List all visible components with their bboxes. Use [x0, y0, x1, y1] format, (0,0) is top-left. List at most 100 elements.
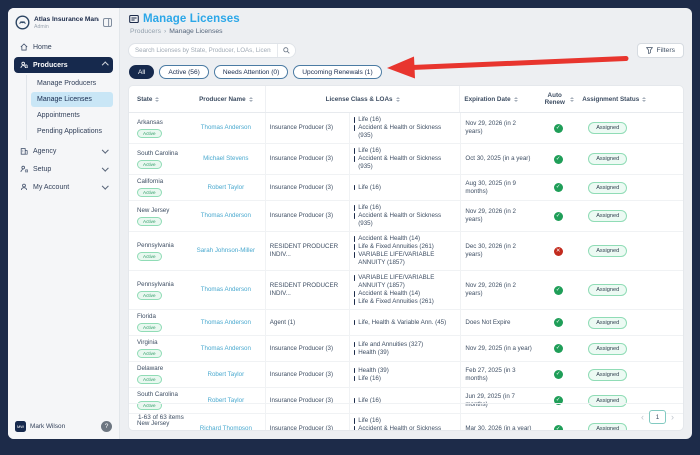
loa-icon [354, 205, 356, 211]
loa-item: Health (39) [354, 349, 457, 357]
tab-upcoming-renewals-1[interactable]: Upcoming Renewals (1) [293, 65, 381, 79]
loa-item: Life (16) [354, 184, 457, 192]
search-input[interactable] [129, 47, 277, 54]
column-header-state[interactable]: State [129, 86, 187, 112]
sidebar: Atlas Insurance Manage... Admin Home Pro… [8, 8, 120, 439]
sidebar-item-appointments[interactable]: Appointments [31, 108, 113, 123]
loa-item: VARIABLE LIFE/VARIABLE ANNUITY (1857) [354, 251, 457, 267]
cell-state: New JerseyActive [129, 201, 187, 231]
cell-assignment-status: Assigned [578, 232, 683, 270]
loa-label: Accident & Health (14) [358, 235, 420, 243]
cell-state: VirginiaActive [129, 336, 187, 361]
column-header-auto-renew[interactable]: Auto Renew [538, 86, 578, 112]
sidebar-item-producers[interactable]: Producers [14, 57, 113, 73]
loa-icon [354, 117, 356, 123]
cell-auto-renew: ✓ [538, 144, 578, 174]
avatar: MW [15, 421, 26, 432]
loa-label: Health (39) [358, 367, 389, 375]
producer-name-link[interactable]: Thomas Anderson [201, 345, 251, 353]
filters-button[interactable]: Filters [637, 43, 684, 58]
sidebar-item-manage-licenses[interactable]: Manage Licenses [31, 92, 113, 107]
tab-active-56[interactable]: Active (56) [159, 65, 209, 79]
sidebar-item-agency[interactable]: Agency [14, 143, 113, 159]
table-row[interactable]: DelawareActive Robert Taylor Insurance Pro… [129, 362, 683, 388]
assignment-badge: Assigned [588, 245, 627, 257]
table-row[interactable]: South CarolinaActiveMichael StevensInsur… [129, 144, 683, 175]
table-row[interactable]: CaliforniaActiveRobert TaylorInsurance P… [129, 175, 683, 201]
cell-expiration: Nov 29, 2026 (in 2 years) [460, 113, 538, 143]
producer-name-link[interactable]: Robert Taylor [207, 184, 244, 192]
loa-icon [354, 244, 356, 250]
tab-all[interactable]: All [129, 65, 154, 79]
chevron-down-icon [102, 182, 108, 188]
sidebar-item-manage-producers[interactable]: Manage Producers [31, 76, 113, 91]
cell-license-class: Agent (1) [265, 310, 349, 335]
tab-needs-attention-0[interactable]: Needs Attention (0) [214, 65, 288, 79]
cell-assignment-status: Assigned [578, 362, 683, 387]
company-logo-icon [15, 15, 30, 30]
sidebar-item-my-account[interactable]: My Account [14, 179, 113, 195]
loa-label: Accident & Health (14) [358, 290, 420, 298]
producer-name-link[interactable]: Michael Stevens [203, 155, 248, 163]
loa-item: Health (39) [354, 367, 457, 375]
column-header-expiration-date[interactable]: Expiration Date [460, 86, 538, 112]
cell-loas: VARIABLE LIFE/VARIABLE ANNUITY (1857)Acc… [349, 271, 461, 309]
page-title: Manage Licenses [143, 13, 240, 25]
producer-name-link[interactable]: Thomas Anderson [201, 319, 251, 327]
sidebar-collapse-icon[interactable] [103, 18, 112, 27]
producer-name-link[interactable]: Robert Taylor [207, 371, 244, 379]
auto-renew-check-icon: ✓ [554, 124, 563, 133]
cell-expiration: Nov 29, 2025 (in a year) [460, 336, 538, 361]
sidebar-item-home[interactable]: Home [14, 39, 113, 55]
sidebar-item-label: My Account [33, 184, 69, 191]
page-number[interactable]: 1 [649, 410, 666, 424]
cell-license-class: Insurance Producer (3) [265, 362, 349, 387]
table-row[interactable]: VirginiaActiveThomas AndersonInsurance P… [129, 336, 683, 362]
state-label: New Jersey [137, 207, 183, 215]
loa-icon [354, 275, 356, 281]
cell-state: ArkansasActive [129, 113, 187, 143]
loa-label: VARIABLE LIFE/VARIABLE ANNUITY (1857) [358, 251, 456, 267]
cell-producer: Thomas Anderson [187, 271, 265, 309]
page-next-icon[interactable]: › [671, 413, 674, 422]
sidebar-item-setup[interactable]: Setup [14, 161, 113, 177]
page-prev-icon[interactable]: ‹ [641, 413, 644, 422]
cell-producer: Robert Taylor [187, 362, 265, 387]
column-header-producer-name[interactable]: Producer Name [187, 86, 265, 112]
producer-name-link[interactable]: Sarah Johnson-Miller [197, 247, 255, 255]
column-label: State [137, 96, 152, 103]
loa-label: Life (16) [358, 147, 381, 155]
table-body: ArkansasActive Thomas Anderson Insurance P… [129, 113, 683, 403]
cell-state: PennsylvaniaActive [129, 232, 187, 270]
cell-auto-renew: ✓ [538, 310, 578, 335]
table-row[interactable]: New JerseyActiveThomas AndersonInsurance… [129, 201, 683, 232]
status-badge: Active [137, 252, 162, 261]
auto-renew-check-icon: ✓ [554, 286, 563, 295]
producer-name-link[interactable]: Thomas Anderson [201, 124, 251, 132]
cell-expiration: Does Not Expire [460, 310, 538, 335]
cell-assignment-status: Assigned [578, 271, 683, 309]
loa-label: VARIABLE LIFE/VARIABLE ANNUITY (1857) [358, 274, 456, 290]
status-badge: Active [137, 160, 162, 169]
loa-label: Life (16) [358, 116, 381, 124]
cell-producer: Michael Stevens [187, 144, 265, 174]
producer-name-link[interactable]: Thomas Anderson [201, 286, 251, 294]
column-header-license-class-loas[interactable]: License Class & LOAs [265, 86, 461, 112]
assignment-badge: Assigned [588, 284, 627, 296]
cell-state: DelawareActive [129, 362, 187, 387]
sidebar-item-pending-applications[interactable]: Pending Applications [31, 124, 113, 139]
cell-producer: Thomas Anderson [187, 113, 265, 143]
table-row[interactable]: PennsylvaniaActiveThomas AndersonRESIDEN… [129, 271, 683, 310]
help-icon[interactable]: ? [101, 421, 112, 432]
table-row[interactable]: PennsylvaniaActiveSarah Johnson-MillerRE… [129, 232, 683, 271]
filter-tabs: All Active (56) Needs Attention (0) Upcomin… [128, 65, 684, 79]
cell-producer: Thomas Anderson [187, 310, 265, 335]
column-header-assignment-status[interactable]: Assignment Status [578, 86, 683, 112]
breadcrumb-parent[interactable]: Producers [130, 28, 161, 35]
search-icon[interactable] [277, 44, 295, 57]
table-row[interactable]: ArkansasActiveThomas AndersonInsurance P… [129, 113, 683, 144]
producer-name-link[interactable]: Thomas Anderson [201, 212, 251, 220]
table-row[interactable]: FloridaActiveThomas AndersonAgent (1)Lif… [129, 310, 683, 336]
loa-label: Life and Annuities (327) [358, 341, 423, 349]
sort-icon [249, 97, 253, 102]
